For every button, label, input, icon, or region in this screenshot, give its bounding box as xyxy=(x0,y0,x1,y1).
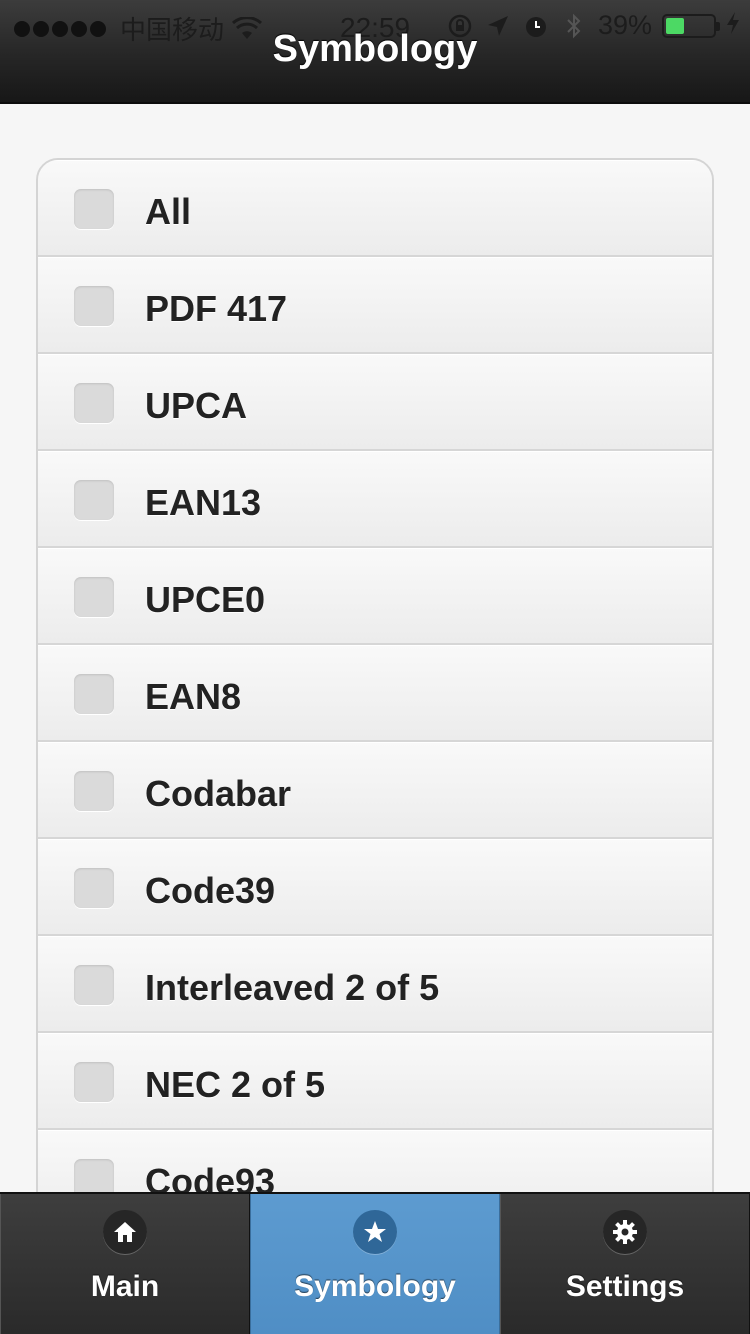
list-item-label: UPCE0 xyxy=(145,579,266,620)
checkbox[interactable] xyxy=(74,189,114,229)
star-icon xyxy=(353,1210,397,1254)
list-item-label: PDF 417 xyxy=(145,288,288,329)
checkbox[interactable] xyxy=(74,1062,114,1102)
gear-icon xyxy=(603,1210,647,1254)
list-item-label: EAN13 xyxy=(145,482,262,523)
list-item[interactable]: Codabar xyxy=(38,742,712,839)
checkbox[interactable] xyxy=(74,868,114,908)
tab-label: Settings xyxy=(565,1270,685,1303)
checkbox[interactable] xyxy=(74,771,114,811)
tab-bar: Main Symbology Settings xyxy=(0,1192,750,1334)
tab-label: Main xyxy=(90,1270,160,1303)
checkbox[interactable] xyxy=(74,674,114,714)
navigation-bar: 中国移动 22:59 39% Symbology xyxy=(0,0,750,104)
home-icon xyxy=(103,1210,147,1254)
tab-label: Symbology xyxy=(294,1270,456,1303)
list-item-label: Codabar xyxy=(145,773,292,814)
list-item[interactable]: Interleaved 2 of 5 xyxy=(38,936,712,1033)
list-item-label: Code39 xyxy=(145,870,276,911)
tab-settings[interactable]: Settings xyxy=(500,1194,750,1334)
page-title: Symbology xyxy=(272,28,478,70)
list-item[interactable]: EAN8 xyxy=(38,645,712,742)
checkbox[interactable] xyxy=(74,286,114,326)
list-item[interactable]: PDF 417 xyxy=(38,257,712,354)
checkbox[interactable] xyxy=(74,383,114,423)
list-item-label: All xyxy=(145,191,192,232)
list-item-label: EAN8 xyxy=(145,676,242,717)
list-item[interactable]: NEC 2 of 5 xyxy=(38,1033,712,1130)
tab-main[interactable]: Main xyxy=(0,1194,250,1334)
main-content[interactable]: All PDF 417 UPCA EAN13 UPCE0 EAN8 Codaba… xyxy=(0,106,750,1192)
list-item-label: Interleaved 2 of 5 xyxy=(145,967,440,1008)
list-item[interactable]: EAN13 xyxy=(38,451,712,548)
list-item[interactable]: Code39 xyxy=(38,839,712,936)
list-item-label: Code93 xyxy=(145,1161,276,1192)
list-item[interactable]: Code93 xyxy=(38,1130,712,1192)
symbology-list: All PDF 417 UPCA EAN13 UPCE0 EAN8 Codaba… xyxy=(36,158,714,1192)
list-item[interactable]: All xyxy=(38,160,712,257)
list-item-label: NEC 2 of 5 xyxy=(145,1064,326,1105)
list-item-label: UPCA xyxy=(145,385,248,426)
list-item[interactable]: UPCE0 xyxy=(38,548,712,645)
checkbox[interactable] xyxy=(74,1159,114,1192)
checkbox[interactable] xyxy=(74,577,114,617)
checkbox[interactable] xyxy=(74,480,114,520)
checkbox[interactable] xyxy=(74,965,114,1005)
list-item[interactable]: UPCA xyxy=(38,354,712,451)
tab-symbology[interactable]: Symbology xyxy=(250,1194,500,1334)
